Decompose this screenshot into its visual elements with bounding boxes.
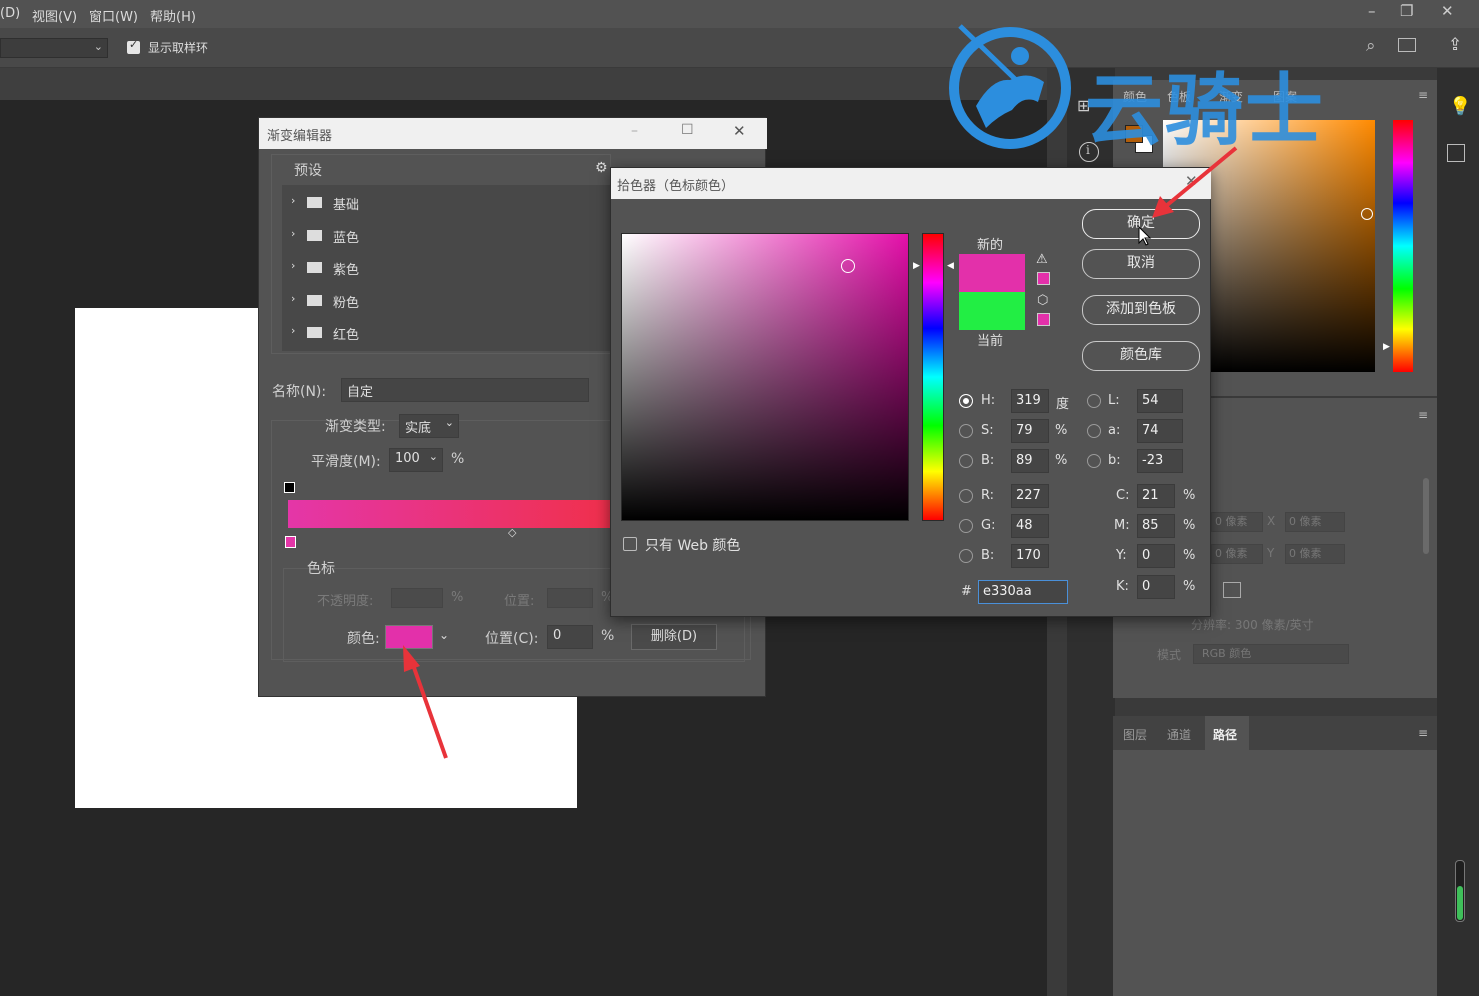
arrow-to-stop-color bbox=[403, 645, 448, 759]
mouse-cursor-icon bbox=[1138, 226, 1152, 246]
watermark-text: 云骑士 bbox=[1085, 66, 1326, 156]
watermark-knight-logo bbox=[949, 24, 1071, 149]
